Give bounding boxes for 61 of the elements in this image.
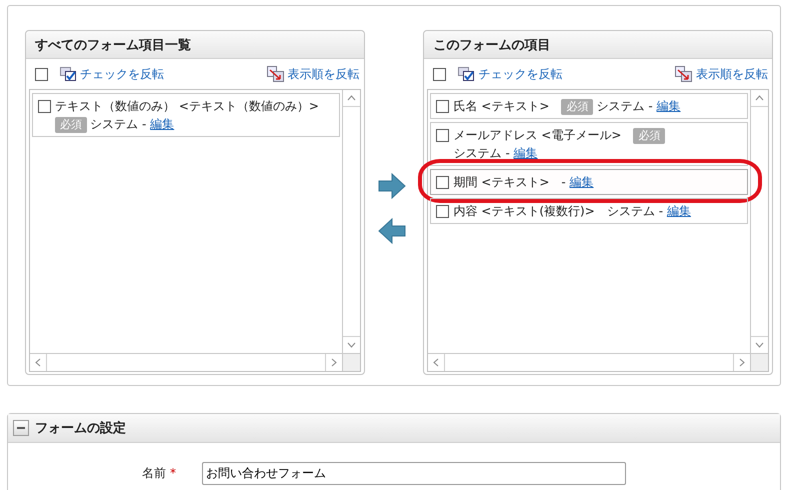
required-badge: 必須 — [55, 117, 87, 133]
form-item[interactable]: 内容 <テキスト(複数行)> システム - 編集 — [430, 198, 748, 224]
edit-link[interactable]: 編集 — [150, 117, 174, 131]
scroll-right-icon[interactable] — [330, 358, 337, 367]
scroll-right-icon[interactable] — [739, 358, 745, 367]
field-label: 名前 — [142, 466, 166, 480]
collapse-icon[interactable] — [13, 420, 29, 436]
toggle-check-link[interactable]: チェックを反転 — [478, 66, 562, 82]
checklist-icon — [458, 67, 474, 81]
edit-link[interactable]: 編集 — [656, 99, 681, 113]
item-label: メールアドレス <電子メール> — [453, 128, 622, 142]
edit-link[interactable]: 編集 — [570, 175, 594, 189]
separator: - — [505, 146, 510, 160]
item-label: テキスト（数値のみ） <テキスト（数値のみ）> — [55, 99, 319, 113]
toggle-check-link[interactable]: チェックを反転 — [80, 66, 164, 82]
scroll-down-icon[interactable] — [346, 342, 356, 348]
separator: - — [658, 204, 664, 218]
form-item[interactable]: 氏名 <テキスト> 必須 システム - 編集 — [430, 93, 748, 119]
checklist-icon — [60, 67, 76, 81]
panel-title: このフォームの項目 — [433, 36, 550, 54]
item-label: 氏名 <テキスト> — [453, 99, 550, 113]
item-checkbox[interactable] — [38, 100, 51, 113]
vertical-scrollbar[interactable] — [342, 90, 360, 353]
separator: - — [142, 117, 146, 131]
owner-label: システム — [90, 117, 138, 131]
item-checkbox[interactable] — [436, 129, 450, 142]
reverse-order-link[interactable]: 表示順を反転 — [288, 66, 360, 82]
section-title: フォームの設定 — [35, 420, 126, 437]
form-item[interactable]: 期間 <テキスト> - 編集 — [430, 169, 748, 195]
owner-label: システム — [606, 204, 655, 218]
owner-label: システム — [453, 146, 502, 160]
arrow-left-icon[interactable] — [378, 217, 406, 245]
required-badge: 必須 — [633, 128, 666, 144]
owner-label: システム — [596, 99, 644, 113]
separator: - — [648, 99, 653, 113]
name-input[interactable]: お問い合わせフォーム — [202, 462, 626, 485]
item-checkbox[interactable] — [436, 205, 450, 218]
reorder-icon — [266, 66, 284, 82]
panel-title: すべてのフォーム項目一覧 — [35, 36, 191, 54]
scroll-left-icon[interactable] — [433, 358, 440, 367]
reorder-icon — [675, 66, 692, 82]
arrow-right-icon[interactable] — [378, 172, 406, 200]
edit-link[interactable]: 編集 — [666, 204, 691, 218]
required-badge: 必須 — [561, 99, 594, 115]
form-item[interactable]: メールアドレス <電子メール> 必須 システム - 編集 — [430, 122, 748, 166]
required-mark: * — [170, 466, 176, 480]
edit-link[interactable]: 編集 — [514, 146, 538, 160]
item-label: 期間 <テキスト> — [453, 175, 550, 189]
scroll-up-icon[interactable] — [346, 95, 356, 101]
scroll-up-icon[interactable] — [755, 95, 764, 101]
scroll-left-icon[interactable] — [35, 358, 41, 367]
reverse-order-link[interactable]: 表示順を反転 — [696, 66, 768, 82]
item-label: 内容 <テキスト(複数行)> — [453, 204, 595, 218]
select-all-checkbox[interactable] — [35, 68, 48, 80]
item-checkbox[interactable] — [436, 176, 450, 189]
separator: - — [561, 175, 566, 189]
scroll-down-icon[interactable] — [755, 342, 764, 348]
form-item[interactable]: テキスト（数値のみ） <テキスト（数値のみ）> 必須 システム - 編集 — [32, 93, 340, 137]
item-checkbox[interactable] — [436, 100, 450, 113]
select-all-checkbox[interactable] — [433, 68, 446, 80]
vertical-scrollbar[interactable] — [750, 90, 768, 353]
